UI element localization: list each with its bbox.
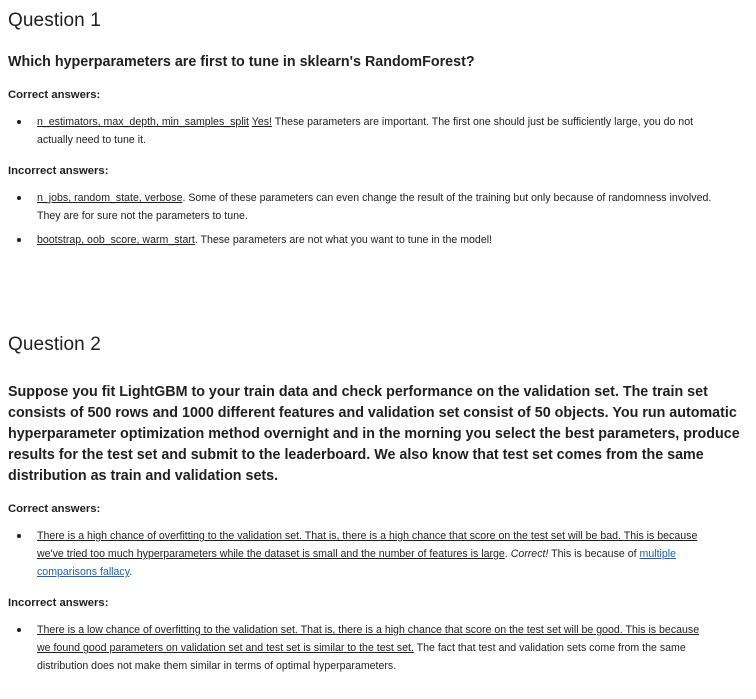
answer-verdict: Yes! <box>251 116 272 128</box>
q2-correct-list: There is a high chance of overfitting to… <box>8 527 748 581</box>
answer-choice: n_jobs, random_state, verbose <box>37 192 183 204</box>
question-1-title: Question 1 <box>8 10 101 31</box>
q2-incorrect-label: Incorrect answers: <box>8 597 109 609</box>
q1-correct-label: Correct answers: <box>8 89 101 101</box>
q2-incorrect-answer: There is a low chance of overfitting to … <box>8 621 748 675</box>
bullet <box>17 628 21 632</box>
answer-explanation: This is because of <box>551 548 637 560</box>
q1-incorrect-answer: bootstrap, oob_score, warm_start. These … <box>8 231 748 249</box>
q1-correct-answer: n_estimators, max_depth, min_samples_spl… <box>8 113 748 149</box>
answer-explanation: . These parameters are not what you want… <box>194 234 493 246</box>
bullet <box>17 196 21 200</box>
q1-incorrect-list: n_jobs, random_state, verbose. Some of t… <box>8 189 748 249</box>
bullet <box>17 534 21 538</box>
q1-incorrect-answer: n_jobs, random_state, verbose. Some of t… <box>8 189 748 225</box>
q2-correct-label: Correct answers: <box>8 503 101 515</box>
bullet <box>17 120 21 124</box>
answer-choice-period: . <box>504 548 508 560</box>
answer-choice: n_estimators, max_depth, min_samples_spl… <box>37 116 249 128</box>
q2-correct-answer: There is a high chance of overfitting to… <box>8 527 748 581</box>
q2-incorrect-list: There is a low chance of overfitting to … <box>8 621 748 675</box>
question-1-text: Which hyperparameters are first to tune … <box>8 54 475 70</box>
bullet <box>17 238 21 242</box>
answer-choice: bootstrap, oob_score, warm_start <box>37 234 195 246</box>
answer-end: . <box>129 566 133 578</box>
question-2-title: Question 2 <box>8 334 101 355</box>
quiz-feedback-page: Question 1 Which hyperparameters are fir… <box>0 0 756 675</box>
answer-verdict: Correct! <box>510 548 549 560</box>
q1-incorrect-label: Incorrect answers: <box>8 165 109 177</box>
q1-correct-list: n_estimators, max_depth, min_samples_spl… <box>8 113 748 149</box>
question-2-text: Suppose you fit LightGBM to your train d… <box>8 384 740 484</box>
